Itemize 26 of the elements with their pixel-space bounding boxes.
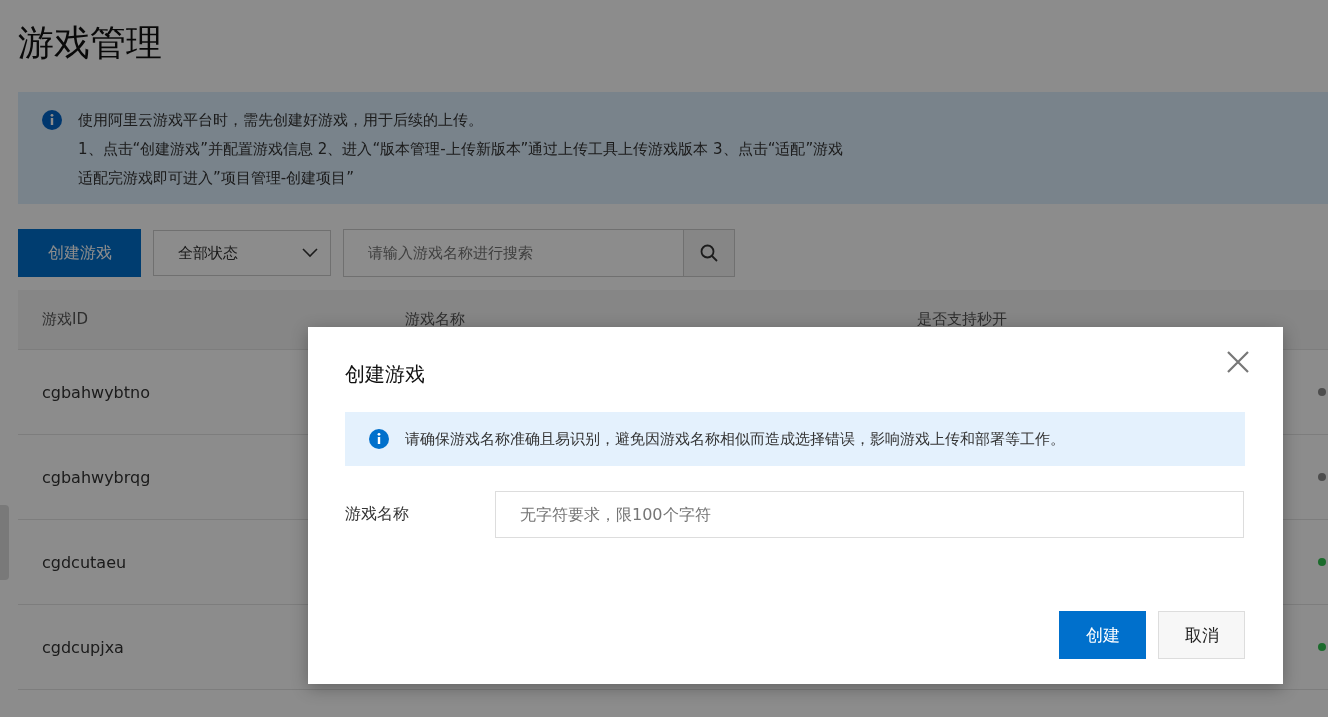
chevron-down-icon	[302, 248, 318, 258]
status-dropdown[interactable]: 全部状态	[153, 230, 331, 276]
create-button[interactable]: 创建	[1059, 611, 1146, 659]
tip-text: 请确保游戏名称准确且易识别，避免因游戏名称相似而造成选择错误，影响游戏上传和部署等工作。	[405, 429, 1065, 449]
column-header: 是否支持秒开	[917, 310, 1007, 329]
game-name-field[interactable]: 无字符要求，限100个字符	[495, 491, 1244, 538]
search-icon	[700, 244, 718, 262]
page-title: 游戏管理	[18, 21, 163, 65]
column-header: 游戏ID	[41, 310, 89, 329]
cancel-button[interactable]: 取消	[1158, 611, 1245, 659]
search-field[interactable]: 请输入游戏名称进行搜索	[343, 229, 684, 277]
info-icon	[369, 429, 389, 449]
search-button[interactable]	[684, 229, 735, 277]
table-cell-text: cgbahwybtno	[41, 382, 151, 402]
table-cell-text: cgdcutaeu	[41, 552, 128, 572]
column-header: 游戏名称	[405, 310, 466, 329]
notice-text: 使用阿里云游戏平台时，需先创建好游戏，用于后续的上传。	[78, 110, 484, 131]
notice-text: 适配完游戏即可进入”项目管理-创建项目”	[78, 168, 355, 189]
create-game-button[interactable]: 创建游戏	[18, 229, 141, 277]
dialog-title: 创建游戏	[345, 361, 425, 388]
close-icon[interactable]	[1227, 351, 1249, 373]
table-cell-text: cgbahwybrqg	[41, 467, 152, 487]
notice-text: 1、点击“创建游戏”并配置游戏信息 2、进入“版本管理-上传新版本”通过上传工具上传游戏版本 3、点击“适配”游戏	[78, 139, 844, 160]
table-cell-text: cgdcupjxa	[41, 637, 125, 657]
field-label: 游戏名称	[345, 504, 410, 525]
info-icon	[42, 110, 62, 130]
